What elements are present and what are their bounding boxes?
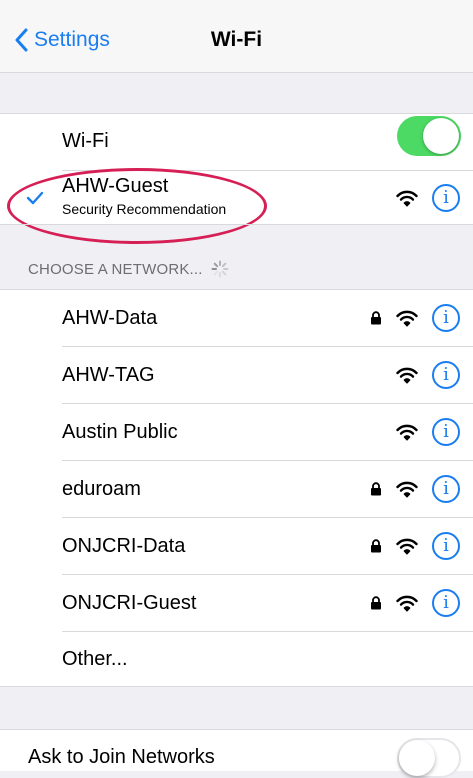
other-network-row[interactable]: Other... bbox=[0, 632, 473, 686]
wifi-signal-icon bbox=[396, 367, 418, 384]
wifi-label: Wi-Fi bbox=[62, 130, 109, 152]
info-icon[interactable]: i bbox=[432, 418, 460, 446]
wifi-signal-icon bbox=[396, 481, 418, 498]
network-name: ONJCRI-Guest bbox=[62, 592, 197, 614]
network-name: eduroam bbox=[62, 478, 141, 500]
wifi-signal-icon bbox=[396, 538, 418, 555]
navigation-bar: Settings Wi-Fi bbox=[0, 0, 473, 72]
wifi-signal-icon bbox=[396, 595, 418, 612]
info-icon[interactable]: i bbox=[432, 475, 460, 503]
network-name: Austin Public bbox=[62, 421, 178, 443]
highlight-ellipse bbox=[7, 168, 267, 244]
info-icon[interactable]: i bbox=[432, 361, 460, 389]
info-icon[interactable]: i bbox=[432, 532, 460, 560]
lock-icon bbox=[371, 311, 381, 325]
spinner-icon bbox=[211, 260, 229, 278]
lock-icon bbox=[371, 539, 381, 553]
wifi-signal-icon bbox=[396, 424, 418, 441]
network-name: AHW-TAG bbox=[62, 364, 155, 386]
divider bbox=[0, 686, 473, 687]
lock-icon bbox=[371, 596, 381, 610]
info-icon[interactable]: i bbox=[432, 304, 460, 332]
page-title: Wi-Fi bbox=[210, 28, 263, 51]
ask-to-join-toggle[interactable] bbox=[397, 738, 461, 778]
wifi-signal-icon bbox=[396, 190, 418, 207]
network-name: AHW-Data bbox=[62, 307, 158, 329]
section-header-label: CHOOSE A NETWORK... bbox=[28, 260, 203, 278]
wifi-signal-icon bbox=[396, 310, 418, 327]
toggle-knob bbox=[423, 118, 459, 154]
info-icon[interactable]: i bbox=[432, 589, 460, 617]
navbar-divider bbox=[0, 72, 473, 73]
info-icon[interactable]: i bbox=[432, 184, 460, 212]
wifi-toggle[interactable] bbox=[397, 116, 461, 156]
ask-to-join-label: Ask to Join Networks bbox=[28, 746, 215, 768]
other-network-label: Other... bbox=[62, 648, 128, 670]
divider bbox=[0, 224, 473, 225]
section-header: CHOOSE A NETWORK... bbox=[28, 260, 229, 278]
network-name: ONJCRI-Data bbox=[62, 535, 186, 557]
lock-icon bbox=[371, 482, 381, 496]
